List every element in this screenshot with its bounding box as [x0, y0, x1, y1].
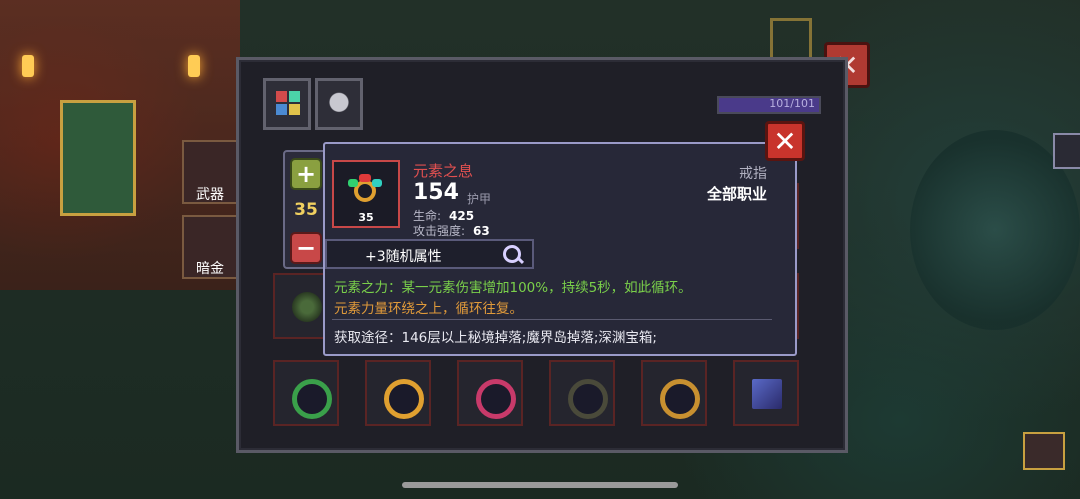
torch-icon: [22, 55, 34, 77]
stat-row: 攻击强度: 63: [413, 222, 490, 239]
item-portrait: 35: [332, 160, 400, 228]
inventory-slot[interactable]: [365, 360, 431, 426]
item-power: 154: [413, 180, 459, 205]
inventory-slot[interactable]: [457, 360, 523, 426]
stat-value: 63: [473, 224, 490, 238]
divider: [332, 319, 772, 320]
inventory-capacity-bar: 101/101: [717, 96, 821, 114]
item-icon: [568, 379, 608, 419]
item-effect-text: 元素之力：某一元素伤害增加100%，持续5秒，如此循环。: [334, 280, 692, 296]
item-icon: [476, 379, 516, 419]
red-gem: [359, 174, 371, 182]
random-attributes-button[interactable]: +3随机属性: [325, 239, 534, 269]
inventory-slot[interactable]: [641, 360, 707, 426]
item-source-text: 获取途径：146层以上秘境掉落;魔界岛掉落;深渊宝箱;: [334, 330, 657, 346]
level-increase-button[interactable]: +: [290, 158, 322, 190]
stat-value: 425: [449, 209, 475, 223]
item-icon: [292, 379, 332, 419]
item-icon: [660, 379, 700, 419]
level-value: 35: [294, 200, 318, 220]
crown-chest-icon[interactable]: [1023, 432, 1065, 470]
close-icon: ✕: [773, 124, 797, 158]
cyan-gem: [372, 179, 382, 187]
stat-label: 生命:: [413, 209, 442, 223]
item-class-restriction: 全部职业: [706, 185, 767, 203]
inventory-slot[interactable]: [273, 360, 339, 426]
item-icon: [752, 379, 782, 409]
home-indicator[interactable]: [402, 482, 678, 488]
item-icon: [384, 379, 424, 419]
minus-icon: −: [295, 234, 317, 262]
item-flavor-text: 元素力量环绕之上，循环往复。: [334, 301, 523, 317]
stat-label: 攻击强度:: [413, 224, 466, 238]
green-gem: [348, 179, 358, 187]
item-type: 戒指: [739, 166, 767, 182]
inventory-slot[interactable]: [733, 360, 799, 426]
magnifier-icon: [503, 245, 521, 263]
tooltip-close-button[interactable]: ✕: [765, 121, 805, 161]
plus-icon: +: [295, 160, 317, 188]
random-attributes-label: +3随机属性: [365, 249, 442, 265]
level-decrease-button[interactable]: −: [290, 232, 322, 264]
item-grid-icon: [272, 87, 302, 121]
side-character-icon[interactable]: [1053, 133, 1080, 169]
capacity-text: 101/101: [769, 97, 815, 110]
house-icon: [770, 18, 812, 60]
item-name: 元素之息: [413, 162, 474, 180]
torch-icon: [188, 55, 200, 77]
item-level: 35: [358, 211, 374, 224]
demon-helmet-icon: [324, 87, 354, 121]
gold-category-label: 暗金: [196, 261, 224, 277]
item-icon: [292, 292, 322, 322]
inventory-slot[interactable]: [549, 360, 615, 426]
item-power-label: 护甲: [467, 192, 492, 206]
weapon-category-label: 武器: [196, 187, 224, 203]
background-banner: [60, 100, 136, 216]
tab-demon[interactable]: [315, 78, 363, 130]
tab-items[interactable]: [263, 78, 311, 130]
